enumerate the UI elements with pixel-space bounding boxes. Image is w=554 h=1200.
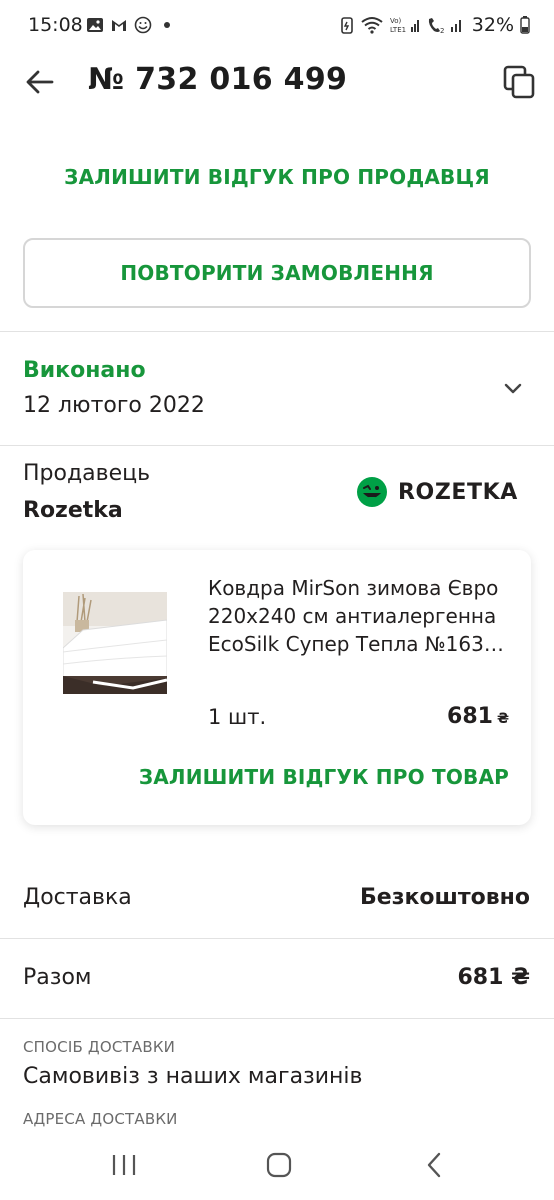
- product-price-value: 681: [447, 704, 493, 729]
- divider: [0, 445, 554, 446]
- product-image[interactable]: [63, 592, 167, 694]
- divider: [0, 938, 554, 939]
- notification-icons: [86, 16, 176, 34]
- rozetka-logo-icon: [357, 477, 387, 507]
- status-bar: 15:08 Vo) LTE1 2 32%: [0, 0, 554, 52]
- gallery-icon: [87, 18, 103, 32]
- battery-icon: [520, 16, 530, 34]
- volte-signal-icon: Vo)LTE1: [390, 17, 419, 34]
- delivery-value: Безкоштовно: [360, 885, 530, 910]
- svg-text:2: 2: [440, 27, 444, 35]
- back-arrow-icon[interactable]: [24, 66, 56, 98]
- nav-back-icon[interactable]: [424, 1151, 444, 1179]
- status-time: 15:08: [28, 14, 83, 36]
- divider: [0, 331, 554, 332]
- product-price-currency: ₴: [496, 711, 509, 727]
- product-title[interactable]: Ковдра MirSon зимова Євро 220х240 см ант…: [208, 574, 508, 658]
- delivery-label: Доставка: [23, 885, 132, 910]
- nav-home-icon[interactable]: [266, 1152, 292, 1178]
- system-status: Vo) LTE1 2 32%: [340, 14, 530, 36]
- copy-icon[interactable]: [502, 64, 536, 100]
- rozetka-wordmark: ROZETKA: [398, 479, 518, 505]
- delivery-address-caption: АДРЕСА ДОСТАВКИ: [23, 1110, 178, 1128]
- product-quantity: 1 шт.: [208, 705, 267, 729]
- svg-text:LTE1: LTE1: [390, 26, 406, 34]
- call-signal-icon: 2: [428, 18, 461, 35]
- order-date: 12 лютого 2022: [23, 393, 205, 418]
- order-status: Виконано: [23, 358, 146, 383]
- svg-text:Vo): Vo): [390, 17, 402, 25]
- review-seller-link[interactable]: ЗАЛИШИТИ ВІДГУК ПРО ПРОДАВЦЯ: [0, 165, 554, 189]
- nav-recent-icon[interactable]: [110, 1152, 138, 1178]
- total-value: 681 ₴: [457, 965, 531, 990]
- battery-percent: 32%: [471, 14, 514, 36]
- order-number: № 732 016 499: [88, 62, 348, 97]
- emoji-icon: [134, 16, 152, 34]
- app-header: № 732 016 499: [0, 52, 554, 112]
- total-label: Разом: [23, 965, 92, 990]
- seller-logo: ROZETKA: [356, 476, 518, 508]
- divider: [0, 1018, 554, 1019]
- delivery-method-caption: СПОСІБ ДОСТАВКИ: [23, 1038, 176, 1056]
- system-nav-bar: [0, 1138, 554, 1200]
- wifi-icon: [361, 17, 383, 34]
- battery-saver-icon: [340, 17, 353, 34]
- chevron-down-icon[interactable]: [500, 376, 526, 402]
- delivery-method-value: Самовивіз з наших магазинів: [23, 1064, 363, 1089]
- seller-label: Продавець: [23, 461, 151, 486]
- seller-name: Rozetka: [23, 498, 123, 523]
- review-product-link[interactable]: ЗАЛИШИТИ ВІДГУК ПРО ТОВАР: [139, 765, 509, 789]
- product-price: 681 ₴: [447, 704, 509, 729]
- product-card[interactable]: Ковдра MirSon зимова Євро 220х240 см ант…: [23, 550, 531, 825]
- repeat-order-button[interactable]: ПОВТОРИТИ ЗАМОВЛЕННЯ: [23, 238, 531, 308]
- dot-icon: [164, 22, 170, 28]
- gmail-icon: [112, 20, 126, 31]
